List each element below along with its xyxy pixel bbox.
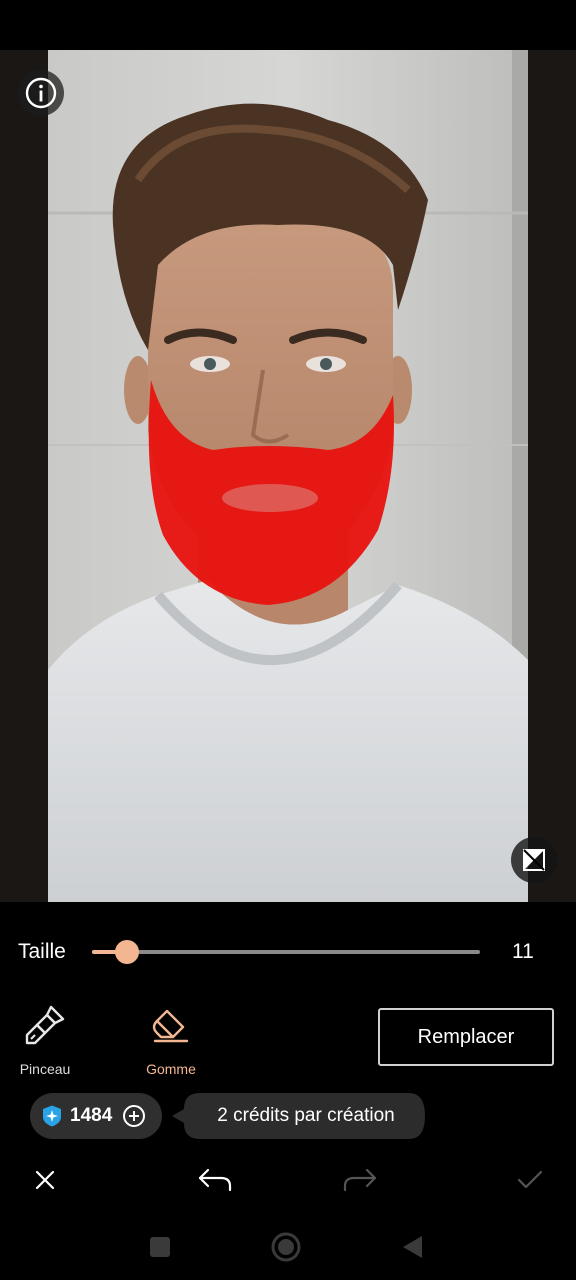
- undo-icon: [198, 1168, 232, 1192]
- size-slider[interactable]: [92, 940, 480, 964]
- status-bar: [0, 0, 576, 50]
- back-triangle-icon: [403, 1236, 422, 1258]
- credits-tooltip: 2 crédits par création: [170, 1093, 425, 1139]
- credits-pill[interactable]: 1484: [30, 1093, 162, 1139]
- close-icon: [35, 1170, 55, 1190]
- home-circle-icon: [271, 1232, 301, 1262]
- back-nav-button[interactable]: [395, 1230, 429, 1264]
- size-control: Taille 11: [0, 920, 576, 984]
- compare-button[interactable]: [511, 837, 557, 883]
- size-value: 11: [512, 940, 534, 963]
- cancel-button[interactable]: [25, 1160, 65, 1200]
- plus-circle-icon[interactable]: [122, 1104, 146, 1128]
- compare-icon: [523, 849, 545, 871]
- system-nav-bar: [0, 1212, 576, 1280]
- gem-icon: [43, 1105, 61, 1127]
- eraser-label: Gomme: [146, 1061, 196, 1077]
- brush-icon: [25, 1005, 65, 1045]
- size-slider-thumb[interactable]: [115, 940, 139, 964]
- square-icon: [150, 1237, 170, 1257]
- check-icon: [517, 1170, 543, 1189]
- photo-illustration: [48, 50, 528, 902]
- tools-row: Pinceau Gomme Remplacer: [0, 995, 576, 1085]
- info-button[interactable]: [18, 70, 64, 116]
- size-label: Taille: [18, 940, 66, 963]
- credits-row: 1484 2 crédits par création: [0, 1093, 576, 1141]
- action-row: [0, 1152, 576, 1208]
- portrait-photo[interactable]: [48, 50, 528, 902]
- info-icon: [25, 77, 57, 109]
- replace-button[interactable]: Remplacer: [378, 1008, 554, 1066]
- home-nav-button[interactable]: [269, 1230, 303, 1264]
- redo-button[interactable]: [340, 1160, 380, 1200]
- editing-canvas[interactable]: [0, 50, 576, 902]
- redo-icon: [343, 1168, 377, 1192]
- brush-tool[interactable]: Pinceau: [5, 995, 85, 1085]
- eraser-icon: [152, 1009, 189, 1043]
- credit-count: 1484: [70, 1105, 113, 1126]
- credits-tooltip-text: 2 crédits par création: [217, 1105, 395, 1126]
- eraser-tool[interactable]: Gomme: [131, 995, 211, 1085]
- recents-nav-button[interactable]: [143, 1230, 177, 1264]
- confirm-button[interactable]: [510, 1160, 550, 1200]
- brush-label: Pinceau: [19, 1061, 71, 1077]
- undo-button[interactable]: [195, 1160, 235, 1200]
